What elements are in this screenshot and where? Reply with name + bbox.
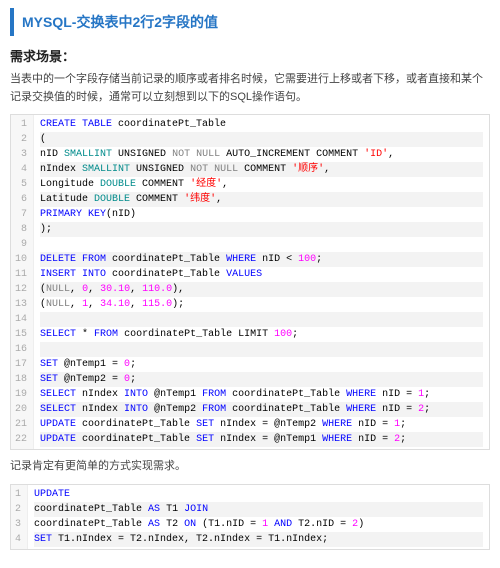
section-desc: 当表中的一个字段存储当前记录的顺序或者排名时候，它需要进行上移或者下移，或者直接… [10,71,490,106]
title-bar: MYSQL-交换表中2行2字段的值 [10,8,490,36]
section-heading: 需求场景： [10,46,490,65]
code-body[interactable]: UPDATEcoordinatePt_Table AS T1 JOINcoord… [28,485,489,549]
code-gutter: 1234 [11,485,28,549]
note-text: 记录肯定有更简单的方式实现需求。 [10,458,490,476]
code-block-1: 12345678910111213141516171819202122 CREA… [10,114,490,450]
code-body[interactable]: CREATE TABLE coordinatePt_Table(nID SMAL… [34,115,489,449]
page-title: MYSQL-交换表中2行2字段的值 [22,12,482,32]
code-gutter: 12345678910111213141516171819202122 [11,115,34,449]
